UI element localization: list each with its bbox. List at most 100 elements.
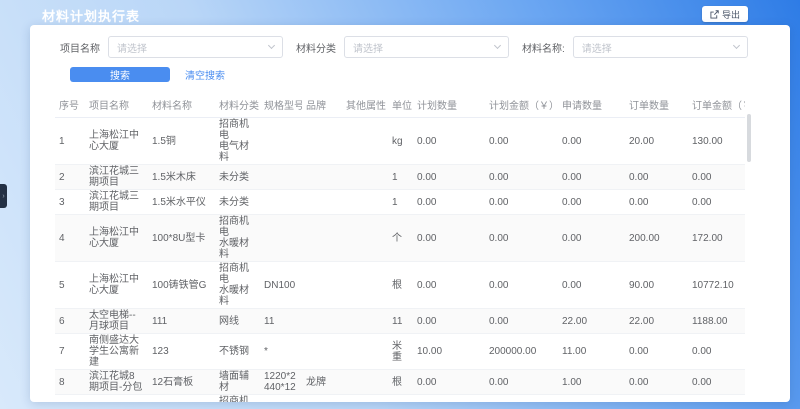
table-cell: 上海松江中心大厦 [85, 118, 148, 165]
table-row[interactable]: 6太空电梯--月球项目111网线11110.000.0022.0022.0011… [55, 309, 745, 334]
filter-project-name: 项目名称 请选择 [60, 36, 283, 58]
table-cell: 0.00 [485, 190, 558, 215]
table-cell: 个 [388, 395, 413, 403]
table-cell: 1 [388, 190, 413, 215]
table-cell: 10.00 [413, 334, 485, 370]
table-cell: 0.00 [558, 165, 625, 190]
search-button[interactable]: 搜索 [70, 67, 170, 82]
column-header: 订单数量 [625, 92, 688, 118]
table-cell: 1 [55, 118, 85, 165]
table-cell [302, 395, 342, 403]
table-cell: 22.00 [625, 309, 688, 334]
material-name-select[interactable]: 请选择 [573, 36, 748, 58]
column-header: 项目名称 [85, 92, 148, 118]
column-header: 计划数量 [413, 92, 485, 118]
table-cell: 6 [55, 309, 85, 334]
filter-material-category: 材料分类 请选择 [296, 36, 509, 58]
table-cell [302, 165, 342, 190]
table-cell: 滨江花城三期项目 [85, 165, 148, 190]
table-row[interactable]: 1上海松江中心大厦1.5铜招商机电 电气材料kg0.000.000.0020.0… [55, 118, 745, 165]
table-cell [302, 215, 342, 262]
chevron-down-icon [733, 42, 740, 49]
table-cell: 招商机电 水暖材料 [215, 395, 260, 403]
table-cell: 0.00 [625, 190, 688, 215]
table-cell: 0.00 [558, 395, 625, 403]
table-cell [260, 165, 302, 190]
column-header: 申请数量 [558, 92, 625, 118]
table-row[interactable]: 4上海松江中心大厦100*8U型卡招商机电 水暖材料个0.000.000.002… [55, 215, 745, 262]
table-cell: 4 [55, 215, 85, 262]
material-category-select[interactable]: 请选择 [344, 36, 509, 58]
table-cell: 100铸铁管G [148, 262, 215, 309]
table-cell: 个 [388, 215, 413, 262]
table-row[interactable]: 5上海松江中心大厦100铸铁管G招商机电 水暖材料DN100根0.000.000… [55, 262, 745, 309]
table-cell: 22.00 [558, 309, 625, 334]
column-header: 订单金额（￥） [688, 92, 745, 118]
table-cell: 滨江花城三期项目 [85, 190, 148, 215]
table-cell: 0.00 [485, 165, 558, 190]
clear-search-link[interactable]: 清空搜索 [185, 67, 225, 82]
table-cell [342, 262, 388, 309]
app-background: 材料计划执行表 导出 › 项目名称 请选择 材料分类 [0, 0, 800, 409]
export-button[interactable]: 导出 [702, 6, 748, 22]
table-cell: 0.00 [625, 370, 688, 395]
filter-bar: 项目名称 请选择 材料分类 请选择 材料名称: 请选择 [30, 25, 790, 92]
table-cell: 0.00 [413, 395, 485, 403]
column-header: 材料名称 [148, 92, 215, 118]
table-cell [302, 262, 342, 309]
table-cell [260, 395, 302, 403]
table-cell: 200000.00 [485, 334, 558, 370]
table-cell: 1.5米木床 [148, 165, 215, 190]
table-cell: 米重 [388, 334, 413, 370]
table-row[interactable]: 2滨江花城三期项目1.5米木床未分类10.000.000.000.000.00 [55, 165, 745, 190]
table-cell: 招商机电 电气材料 [215, 118, 260, 165]
project-name-select[interactable]: 请选择 [108, 36, 283, 58]
export-icon [710, 10, 719, 19]
vertical-scrollbar[interactable] [747, 114, 751, 162]
table-row[interactable]: 8滨江花城8期项目-分包12石膏板墙面辅材1220*2440*12龙牌根0.00… [55, 370, 745, 395]
table-cell: 0.00 [688, 370, 745, 395]
column-header: 其他属性 [342, 92, 388, 118]
export-label: 导出 [722, 8, 740, 21]
table-cell: 上海松江中心大厦 [85, 395, 148, 403]
select-placeholder: 请选择 [117, 40, 147, 55]
table-row[interactable]: 7南侧盛达大学生公寓新建123不锈钢*米重10.00200000.0011.00… [55, 334, 745, 370]
table-cell: DN100 [260, 262, 302, 309]
table-cell: 未分类 [215, 190, 260, 215]
table-cell: 80.00 [625, 395, 688, 403]
table-cell: 0.00 [413, 165, 485, 190]
column-header: 品牌 [302, 92, 342, 118]
table-cell: 150*10U型卡 [148, 395, 215, 403]
table-cell [342, 395, 388, 403]
table-cell: 11 [260, 309, 302, 334]
table-cell: 0.00 [688, 165, 745, 190]
table-cell: 太空电梯--月球项目 [85, 309, 148, 334]
table-row[interactable]: 9上海松江中心大厦150*10U型卡招商机电 水暖材料个0.000.000.00… [55, 395, 745, 403]
column-header: 材料分类 [215, 92, 260, 118]
table-cell: 100*8U型卡 [148, 215, 215, 262]
table-cell: 0.00 [485, 215, 558, 262]
table-cell: 1220*2440*12 [260, 370, 302, 395]
chevron-right-icon: › [2, 193, 4, 200]
table-header-row: 序号项目名称材料名称材料分类规格型号品牌其他属性单位计划数量计划金额（￥）申请数… [55, 92, 745, 118]
table-cell: 12石膏板 [148, 370, 215, 395]
table-cell: 不锈钢 [215, 334, 260, 370]
table-cell [302, 118, 342, 165]
table-cell [342, 165, 388, 190]
sidebar-expand-handle[interactable]: › [0, 184, 7, 208]
table-cell: 0.00 [485, 309, 558, 334]
material-plan-table: 序号项目名称材料名称材料分类规格型号品牌其他属性单位计划数量计划金额（￥）申请数… [55, 92, 745, 402]
table-cell: 3 [55, 190, 85, 215]
table-cell: 0.00 [625, 165, 688, 190]
table-cell: 90.00 [625, 262, 688, 309]
table-cell: 111 [148, 309, 215, 334]
table-cell: 0.00 [413, 215, 485, 262]
table-cell [302, 334, 342, 370]
table-cell [302, 190, 342, 215]
select-placeholder: 请选择 [582, 40, 612, 55]
table-row[interactable]: 3滨江花城三期项目1.5米水平仪未分类10.000.000.000.000.00 [55, 190, 745, 215]
table-cell [260, 215, 302, 262]
table-cell: 0.00 [485, 395, 558, 403]
table-cell: 0.00 [485, 262, 558, 309]
chevron-down-icon [268, 42, 275, 49]
